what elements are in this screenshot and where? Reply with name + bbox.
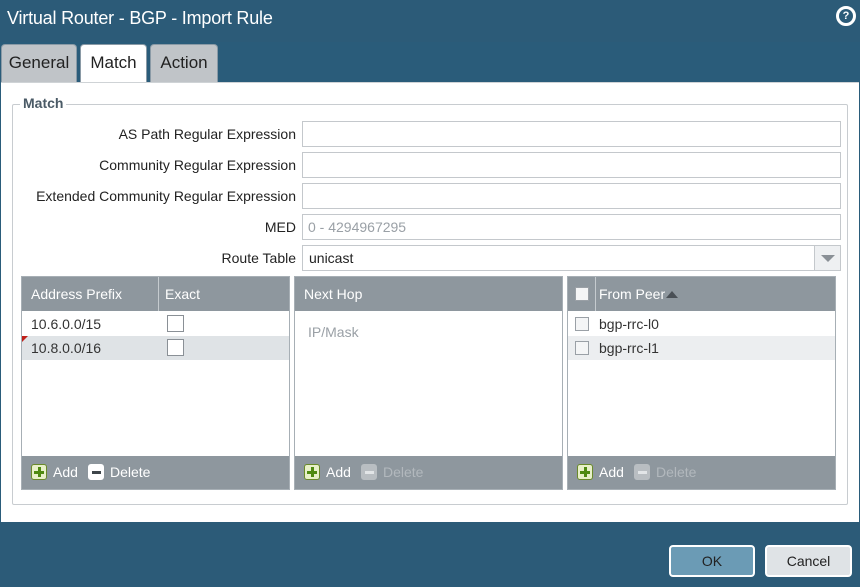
add-icon [577, 464, 593, 480]
route-table-label: Route Table [221, 250, 296, 266]
peer-name: bgp-rrc-l0 [599, 316, 659, 332]
chevron-down-icon[interactable] [814, 246, 840, 270]
address-prefix-column-header[interactable]: Address Prefix [22, 277, 158, 311]
add-icon [304, 464, 320, 480]
extended-community-input[interactable] [302, 183, 841, 209]
as-path-input[interactable] [302, 121, 841, 147]
from-peer-delete-button[interactable]: Delete [634, 463, 696, 481]
address-prefix-grid: Address Prefix Exact 10.6.0.0/15 10.8.0.… [21, 276, 290, 490]
from-peer-column-header[interactable]: From Peer [590, 277, 710, 311]
as-path-label: AS Path Regular Expression [118, 126, 296, 142]
next-hop-delete-button[interactable]: Delete [361, 463, 423, 481]
delete-icon [634, 464, 650, 480]
dialog-title: Virtual Router - BGP - Import Rule [7, 8, 273, 28]
exact-checkbox[interactable] [167, 315, 184, 332]
next-hop-placeholder[interactable]: IP/Mask [308, 324, 359, 340]
extended-community-label: Extended Community Regular Expression [36, 188, 296, 204]
tab-general[interactable]: General [1, 44, 77, 82]
from-peer-add-button[interactable]: Add [577, 463, 627, 481]
med-input[interactable] [302, 214, 841, 240]
question-circle-icon[interactable]: ? [836, 6, 856, 26]
route-table-value: unicast [309, 250, 354, 266]
tab-match[interactable]: Match [80, 44, 147, 83]
dialog-titlebar: Virtual Router - BGP - Import Rule ? [0, 0, 860, 42]
next-hop-add-button[interactable]: Add [304, 463, 354, 481]
sort-ascending-icon[interactable] [666, 291, 678, 298]
list-item[interactable]: bgp-rrc-l0 [568, 312, 835, 336]
community-input[interactable] [302, 152, 841, 178]
address-prefix-cell: 10.6.0.0/15 [31, 316, 102, 332]
cancel-button[interactable]: Cancel [765, 545, 852, 577]
route-table-select[interactable]: unicast [302, 245, 841, 271]
community-label: Community Regular Expression [99, 157, 296, 173]
add-icon [31, 464, 47, 480]
address-prefix-delete-button[interactable]: Delete [88, 463, 150, 481]
match-legend: Match [20, 95, 67, 111]
next-hop-column-header[interactable]: Next Hop [295, 277, 562, 311]
delete-icon [88, 464, 104, 480]
next-hop-grid-header: Next Hop [295, 277, 562, 311]
address-prefix-cell: 10.8.0.0/16 [31, 340, 102, 356]
tab-action[interactable]: Action [150, 44, 218, 82]
peer-checkbox[interactable] [575, 317, 589, 331]
peer-checkbox[interactable] [575, 341, 589, 355]
select-all-checkbox[interactable] [575, 287, 589, 301]
peer-name: bgp-rrc-l1 [599, 340, 659, 356]
from-peer-grid: From Peer bgp-rrc-l0 bgp-rrc-l1 [567, 276, 836, 490]
modified-marker-icon [22, 336, 28, 342]
med-label: MED [264, 219, 296, 235]
list-item[interactable]: bgp-rrc-l1 [568, 336, 835, 360]
next-hop-grid: Next Hop IP/Mask [294, 276, 563, 490]
ok-button[interactable]: OK [669, 545, 755, 577]
table-row[interactable]: 10.6.0.0/15 [22, 312, 289, 336]
exact-checkbox[interactable] [167, 339, 184, 356]
from-peer-grid-header: From Peer [568, 277, 835, 311]
address-prefix-grid-header: Address Prefix Exact [22, 277, 289, 311]
exact-column-header[interactable]: Exact [156, 277, 289, 311]
delete-icon [361, 464, 377, 480]
address-prefix-add-button[interactable]: Add [31, 463, 81, 481]
table-row[interactable]: 10.8.0.0/16 [22, 336, 289, 360]
